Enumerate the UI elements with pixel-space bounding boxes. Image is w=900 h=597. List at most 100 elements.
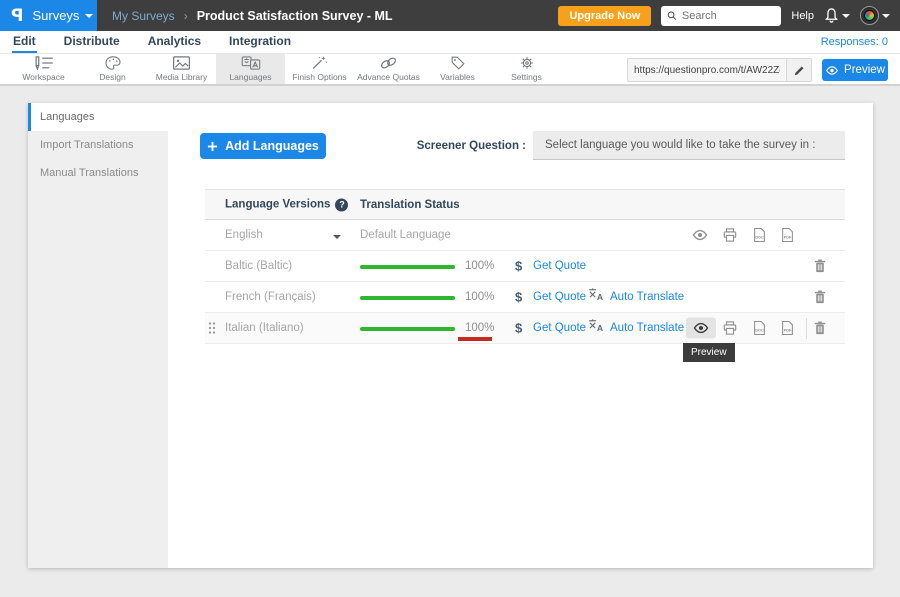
preview-language-button[interactable] xyxy=(686,318,716,339)
app-menu-surveys[interactable]: P Surveys xyxy=(0,0,97,31)
tab-edit[interactable]: Edit xyxy=(12,32,37,53)
preview-language-button[interactable] xyxy=(691,230,709,241)
auto-translate-link[interactable]: Auto Translate xyxy=(610,291,684,303)
translation-progress-bar xyxy=(360,265,455,269)
screener-question-select[interactable]: Select language you would like to take t… xyxy=(533,131,845,160)
export-pdf-button[interactable]: PDF xyxy=(781,321,794,336)
table-row-french: French (Français) 100% $ Get Quote A Aut… xyxy=(205,282,845,313)
table-row-italian: Italian (Italiano) 100% $ Get Quote A Au… xyxy=(205,313,845,344)
pdf-file-icon: PDF xyxy=(781,321,794,336)
export-doc-button[interactable]: DOC xyxy=(753,321,766,336)
account-menu[interactable] xyxy=(860,6,890,25)
svg-text:DOC: DOC xyxy=(755,236,764,240)
sidebar-item-manual-translations[interactable]: Manual Translations xyxy=(28,159,168,187)
default-language-dropdown[interactable] xyxy=(333,226,341,244)
dollar-icon[interactable]: $ xyxy=(515,259,522,274)
help-circle-icon[interactable]: ? xyxy=(335,198,348,211)
breadcrumb-separator: › xyxy=(184,9,188,23)
tab-integration[interactable]: Integration xyxy=(228,32,292,53)
dollar-icon[interactable]: $ xyxy=(515,321,522,336)
tab-distribute[interactable]: Distribute xyxy=(63,32,121,53)
search-box[interactable] xyxy=(661,6,781,26)
trash-icon xyxy=(814,321,826,335)
language-name: Baltic (Baltic) xyxy=(225,260,292,272)
svg-text:DOC: DOC xyxy=(755,329,764,333)
page-title: Product Satisfaction Survey - ML xyxy=(197,9,393,23)
eye-icon xyxy=(692,323,710,334)
languages-sidebar: Languages Import Translations Manual Tra… xyxy=(28,103,168,568)
toolbar-item-workspace[interactable]: Workspace xyxy=(9,54,78,84)
get-quote-link[interactable]: Get Quote xyxy=(533,322,586,334)
language-versions-table: Language Versions ? Translation Status E… xyxy=(205,189,845,344)
preview-button[interactable]: Preview xyxy=(822,59,888,81)
avatar xyxy=(860,6,879,25)
chevron-down-icon xyxy=(85,14,93,18)
delete-language-button[interactable] xyxy=(814,259,826,273)
svg-text:A: A xyxy=(597,323,604,332)
language-status: Default Language xyxy=(360,229,451,241)
toolbar-item-advance-quotas[interactable]: Advance Quotas xyxy=(354,54,423,84)
breadcrumb-my-surveys[interactable]: My Surveys xyxy=(112,9,175,23)
toolbar-item-finish-options[interactable]: Finish Options xyxy=(285,54,354,84)
toolbar-item-settings[interactable]: Settings xyxy=(492,54,561,84)
top-bar: P Surveys My Surveys › Product Satisfact… xyxy=(0,0,900,31)
icon-divider xyxy=(806,318,807,339)
svg-text:PDF: PDF xyxy=(784,329,792,333)
red-annotation-underline xyxy=(458,337,492,341)
upgrade-now-button[interactable]: Upgrade Now xyxy=(558,6,651,26)
svg-text:PDF: PDF xyxy=(784,236,792,240)
languages-panel: Languages Import Translations Manual Tra… xyxy=(28,103,873,568)
toolbar-item-languages[interactable]: Languages xyxy=(216,54,285,84)
language-name: English xyxy=(225,229,263,241)
sidebar-item-import-translations[interactable]: Import Translations xyxy=(28,131,168,159)
plus-icon xyxy=(207,141,218,152)
palette-icon xyxy=(104,56,122,70)
links-icon xyxy=(379,56,398,70)
workspace-icon xyxy=(34,56,54,70)
auto-translate-icon[interactable]: A xyxy=(588,288,605,306)
bell-icon xyxy=(824,8,839,23)
gauge-icon xyxy=(864,10,875,21)
drag-handle-icon[interactable] xyxy=(208,322,216,335)
table-header: Language Versions ? Translation Status xyxy=(205,189,845,220)
auto-translate-link[interactable]: Auto Translate xyxy=(610,322,684,334)
toolbar-item-media-library[interactable]: Media Library xyxy=(147,54,216,84)
survey-url-input[interactable] xyxy=(628,59,786,81)
export-pdf-button[interactable]: PDF xyxy=(781,228,794,243)
screener-question-label: Screener Question : xyxy=(383,140,526,152)
responses-count[interactable]: Responses: 0 xyxy=(821,36,888,48)
tag-icon xyxy=(450,56,466,70)
print-language-button[interactable] xyxy=(723,228,737,242)
doc-file-icon: DOC xyxy=(753,321,766,336)
add-languages-button[interactable]: Add Languages xyxy=(200,133,326,159)
search-icon xyxy=(667,10,677,21)
help-link[interactable]: Help xyxy=(791,10,814,22)
toolbar-item-variables[interactable]: Variables xyxy=(423,54,492,84)
image-icon xyxy=(172,56,191,70)
preview-tooltip: Preview xyxy=(683,343,735,362)
translation-percent: 100% xyxy=(465,322,494,334)
chevron-down-icon xyxy=(882,14,890,18)
search-input[interactable] xyxy=(682,10,775,22)
trash-icon xyxy=(814,259,826,273)
get-quote-link[interactable]: Get Quote xyxy=(533,260,586,272)
sidebar-item-languages[interactable]: Languages xyxy=(28,103,168,131)
notifications-menu[interactable] xyxy=(824,8,850,23)
table-row-english: English Default Language DOC PDF xyxy=(205,220,845,251)
language-name: Italian (Italiano) xyxy=(225,322,304,334)
toolbar-item-design[interactable]: Design xyxy=(78,54,147,84)
dollar-icon[interactable]: $ xyxy=(515,290,522,305)
auto-translate-icon[interactable]: A xyxy=(588,319,605,337)
language-name: French (Français) xyxy=(225,291,316,303)
delete-language-button[interactable] xyxy=(814,321,826,335)
translation-progress-bar xyxy=(360,327,455,331)
edit-url-button[interactable] xyxy=(786,59,811,81)
pdf-file-icon: PDF xyxy=(781,228,794,243)
eye-icon xyxy=(691,230,709,241)
export-doc-button[interactable]: DOC xyxy=(753,228,766,243)
tab-analytics[interactable]: Analytics xyxy=(147,32,202,53)
get-quote-link[interactable]: Get Quote xyxy=(533,291,586,303)
print-language-button[interactable] xyxy=(723,321,737,335)
column-translation-status: Translation Status xyxy=(360,199,460,211)
delete-language-button[interactable] xyxy=(814,290,826,304)
